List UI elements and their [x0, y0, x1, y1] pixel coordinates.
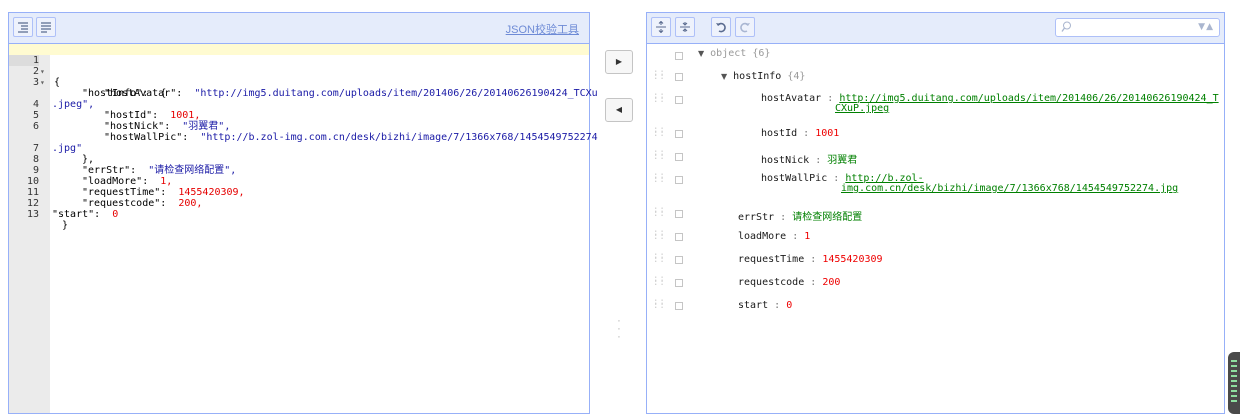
undo-icon [716, 22, 726, 33]
context-menu-icon[interactable] [675, 233, 683, 241]
tree-node-label: ▼ object {6} [698, 48, 771, 59]
drag-handle-icon[interactable]: :: :: [653, 298, 665, 311]
collapse-all-button[interactable] [675, 17, 695, 37]
arrow-right-icon: ▶ [615, 57, 623, 66]
code-area[interactable]: 1 ▾ { 2 ▾ "hostInfo": { 3 "hostAvatar": … [9, 44, 598, 231]
context-menu-icon[interactable] [675, 130, 683, 138]
tree-row-hostInfo[interactable]: :: :: ▼ hostInfo {4} [647, 65, 1224, 88]
tree-field: hostId : 1001 [761, 128, 840, 139]
code-line: 8 "errStr": "请检查网络配置", [9, 143, 589, 176]
context-menu-icon[interactable] [675, 302, 683, 310]
tree-row-hostWallPic[interactable]: :: :: hostWallPic : http://b.zol-img.com… [647, 168, 1224, 202]
context-menu-icon[interactable] [675, 256, 683, 264]
side-scroll-widget[interactable] [1228, 352, 1240, 414]
search-next-prev-icon[interactable]: ▼▲ [1198, 22, 1214, 32]
context-menu-icon[interactable] [675, 96, 683, 104]
tree-field: start : 0 [738, 300, 793, 311]
tree-field: requestcode : 200 [738, 277, 841, 288]
format-button[interactable] [13, 17, 33, 37]
tree-field: hostWallPic : http://b.zol-img.com.cn/de… [761, 173, 1179, 194]
drag-handle-icon[interactable]: :: :: [653, 69, 665, 82]
code-line: 13 } [9, 198, 589, 231]
tree-field: loadMore : 1 [738, 231, 811, 242]
code-line: .jpg" [9, 121, 589, 154]
code-editor-menu: JSON校验工具 [9, 13, 589, 44]
arrow-left-icon: ◀ [615, 105, 623, 114]
compact-icon [41, 22, 51, 33]
code-line: 2 ▾ "hostInfo": { [9, 55, 589, 99]
code-line: 7 }, [9, 132, 589, 165]
tree-field: hostAvatar : http://img5.duitang.com/upl… [761, 93, 1219, 114]
tree-row-loadMore[interactable]: :: :: loadMore : 1 [647, 225, 1224, 248]
code-editor-panel: JSON校验工具 1 ▾ { 2 ▾ "hostInfo": { 3 "host… [8, 12, 598, 414]
line-number: 13 [26, 209, 39, 220]
tree-row-hostNick[interactable]: :: :: hostNick : 羽翼君 [647, 145, 1224, 168]
copy-to-left-button[interactable]: ◀ [605, 98, 633, 122]
copy-to-right-button[interactable]: ▶ [605, 50, 633, 74]
code-line: 5 "hostNick": "羽翼君", [9, 99, 589, 132]
format-icon [18, 22, 28, 33]
tree-view: ▼ object {6} :: :: ▼ hostInfo {4} :: :: ho… [647, 44, 1224, 317]
tree-row-root[interactable]: ▼ object {6} [647, 44, 1224, 65]
json-validator-link[interactable]: JSON校验工具 [506, 21, 579, 37]
search-icon [1061, 21, 1071, 32]
redo-icon [740, 22, 750, 33]
code-line: 11 "requestcode": 200, [9, 176, 589, 209]
code-line: 1 ▾ { [9, 44, 589, 88]
context-menu-icon[interactable] [675, 279, 683, 287]
drag-handle-icon[interactable]: :: :: [653, 229, 665, 242]
expand-arrow-icon[interactable]: ▼ [698, 49, 704, 58]
collapse-all-icon [680, 22, 690, 32]
expand-all-icon [656, 21, 666, 33]
redo-button[interactable] [735, 17, 755, 37]
drag-handle-icon[interactable]: :: :: [653, 92, 665, 105]
drag-handle-icon[interactable]: :: :: [653, 206, 665, 219]
tree-row-hostId[interactable]: :: :: hostId : 1001 [647, 122, 1224, 145]
tree-row-start[interactable]: :: :: start : 0 [647, 294, 1224, 317]
code-text: "start": 0 [52, 209, 119, 220]
compact-button[interactable] [36, 17, 56, 37]
code-line: 9 "loadMore": 1, [9, 154, 589, 187]
expand-arrow-icon[interactable]: ▼ [721, 72, 727, 81]
undo-button[interactable] [711, 17, 731, 37]
tree-node-label: ▼ hostInfo {4} [721, 71, 806, 82]
tree-view-panel: ▼▲ ▼ object {6} :: :: ▼ hostInfo {4} :: ::… [646, 12, 1225, 414]
drag-handle-icon[interactable]: :: :: [653, 149, 665, 162]
code-line: .jpeg", [9, 77, 589, 110]
context-menu-icon[interactable] [675, 176, 683, 184]
tree-field: hostNick : 羽翼君 [761, 155, 858, 166]
tree-field: requestTime : 1455420309 [738, 254, 883, 265]
code-line: 12 "start": 0 [9, 187, 589, 220]
tree-row-errStr[interactable]: :: :: errStr : 请检查网络配置 [647, 202, 1224, 225]
code-line: 6 "hostWallPic": "http://b.zol-img.com.c… [9, 110, 598, 143]
drag-handle-icon[interactable]: :: :: [653, 126, 665, 139]
splitter-handle[interactable]: · · · [616, 318, 622, 343]
context-menu-icon[interactable] [675, 210, 683, 218]
context-menu-icon[interactable] [675, 153, 683, 161]
drag-handle-icon[interactable]: :: :: [653, 172, 665, 185]
code-line: 4 "hostId": 1001, [9, 88, 589, 121]
code-text: } [62, 220, 69, 231]
tree-view-menu: ▼▲ [647, 13, 1224, 44]
drag-handle-icon[interactable]: :: :: [653, 252, 665, 265]
expand-all-button[interactable] [651, 17, 671, 37]
tree-field: errStr : 请检查网络配置 [738, 212, 863, 223]
context-menu-icon[interactable] [675, 73, 683, 81]
tree-row-requestTime[interactable]: :: :: requestTime : 1455420309 [647, 248, 1224, 271]
tree-row-hostAvatar[interactable]: :: :: hostAvatar : http://img5.duitang.c… [647, 88, 1224, 122]
tree-row-requestcode[interactable]: :: :: requestcode : 200 [647, 271, 1224, 294]
search-box[interactable]: ▼▲ [1055, 18, 1220, 37]
drag-handle-icon[interactable]: :: :: [653, 275, 665, 288]
code-line: 10 "requestTime": 1455420309, [9, 165, 589, 198]
code-line: 3 "hostAvatar": "http://img5.duitang.com… [9, 66, 598, 99]
context-menu-icon[interactable] [675, 52, 683, 60]
